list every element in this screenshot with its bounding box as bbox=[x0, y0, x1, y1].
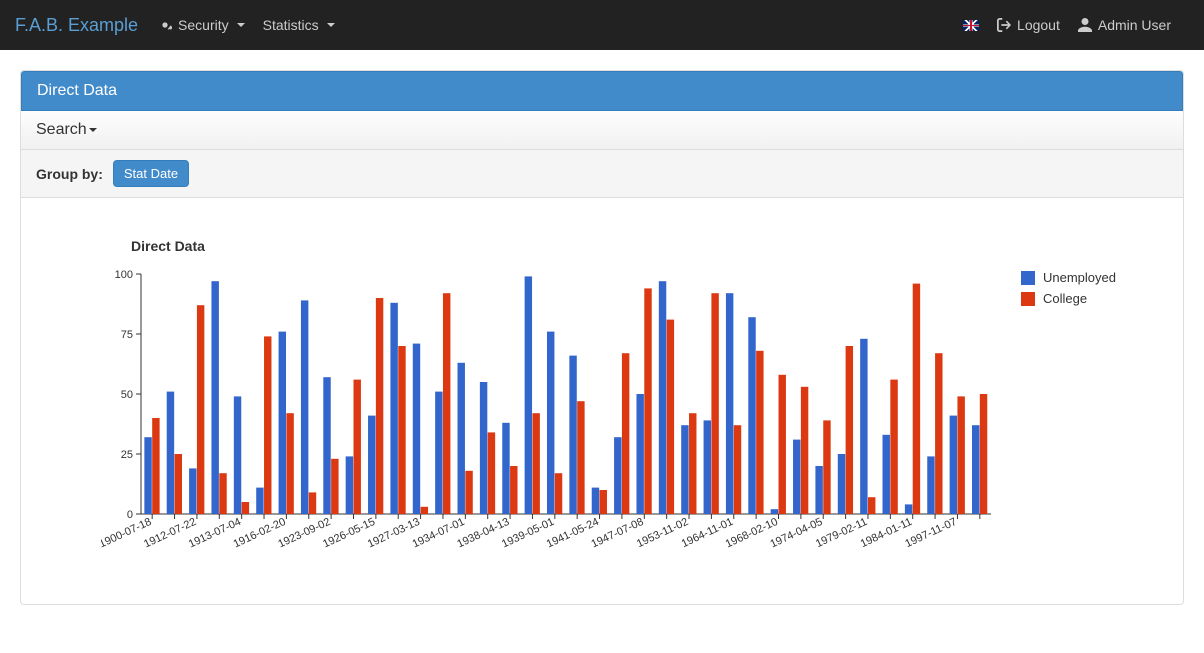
logout-label: Logout bbox=[1017, 17, 1060, 33]
logout-link[interactable]: Logout bbox=[997, 17, 1060, 33]
svg-text:25: 25 bbox=[121, 449, 133, 461]
gear-icon bbox=[158, 18, 172, 32]
legend-swatch-college bbox=[1021, 292, 1035, 306]
nav-statistics-label: Statistics bbox=[263, 17, 319, 33]
svg-text:75: 75 bbox=[121, 329, 133, 341]
legend-label: Unemployed bbox=[1043, 270, 1116, 285]
user-menu[interactable]: Admin User bbox=[1078, 17, 1171, 33]
svg-text:0: 0 bbox=[127, 509, 133, 521]
chart-area: Direct Data 02550751001900-07-181912-07-… bbox=[21, 198, 1183, 604]
svg-text:100: 100 bbox=[115, 269, 133, 281]
top-navbar: F.A.B. Example Security Statistics Logou… bbox=[0, 0, 1204, 50]
bar-chart: 02550751001900-07-181912-07-221913-07-04… bbox=[101, 264, 1001, 584]
legend-label: College bbox=[1043, 291, 1087, 306]
legend-unemployed: Unemployed bbox=[1021, 270, 1116, 285]
nav-security-label: Security bbox=[178, 17, 229, 33]
panel-title: Direct Data bbox=[21, 71, 1183, 111]
user-icon bbox=[1078, 18, 1092, 32]
direct-data-panel: Direct Data Search Group by: Stat Date D… bbox=[20, 70, 1184, 605]
chart-legend: Unemployed College bbox=[1021, 264, 1116, 312]
svg-text:1997-11-07: 1997-11-07 bbox=[903, 516, 958, 550]
search-label: Search bbox=[36, 121, 87, 138]
groupby-label: Group by: bbox=[36, 166, 103, 182]
chevron-down-icon bbox=[89, 128, 97, 132]
groupby-statdate-button[interactable]: Stat Date bbox=[113, 160, 189, 187]
nav-statistics[interactable]: Statistics bbox=[263, 17, 335, 33]
chevron-down-icon bbox=[327, 23, 335, 27]
brand-link[interactable]: F.A.B. Example bbox=[15, 15, 138, 36]
locale-switcher[interactable] bbox=[963, 20, 979, 31]
legend-swatch-unemployed bbox=[1021, 271, 1035, 285]
svg-text:50: 50 bbox=[121, 389, 133, 401]
chevron-down-icon bbox=[237, 23, 245, 27]
chart-title: Direct Data bbox=[131, 238, 1163, 254]
logout-icon bbox=[997, 18, 1011, 32]
user-label: Admin User bbox=[1098, 17, 1171, 33]
flag-uk-icon bbox=[963, 20, 979, 31]
groupby-bar: Group by: Stat Date bbox=[21, 150, 1183, 198]
legend-college: College bbox=[1021, 291, 1116, 306]
search-toggle[interactable]: Search bbox=[21, 111, 1183, 150]
nav-security[interactable]: Security bbox=[158, 17, 245, 33]
